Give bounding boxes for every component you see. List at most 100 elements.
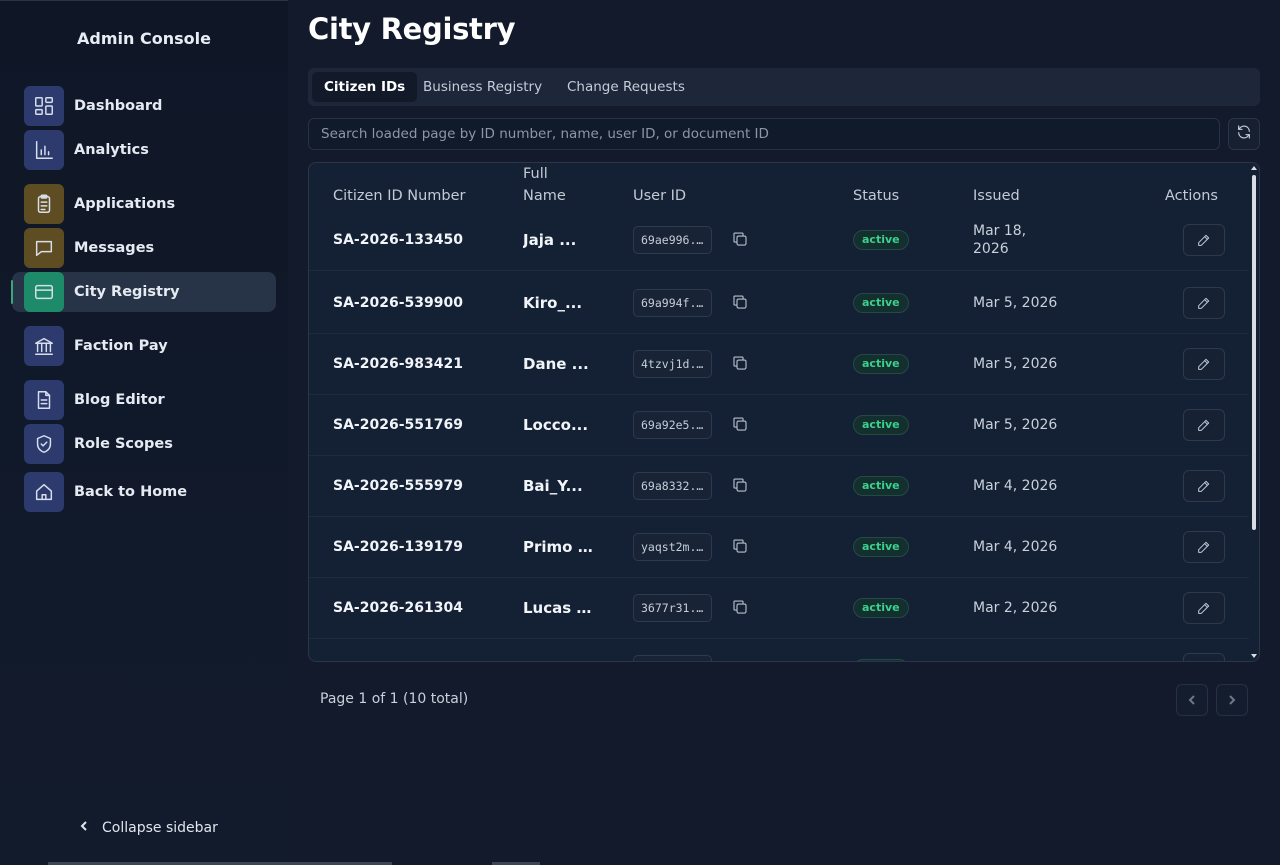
sidebar-item-label: Messages [74, 240, 155, 256]
home-icon [24, 472, 64, 512]
sidebar-item-label: Dashboard [74, 98, 163, 114]
dashboard-icon [24, 86, 64, 126]
edit-button[interactable] [1183, 287, 1225, 319]
copy-icon [733, 539, 747, 553]
citizen-id-cell: SA-2026-551769 [333, 417, 463, 433]
full-name-cell: Dane ... [523, 355, 589, 373]
column-header-issued[interactable]: Issued [973, 185, 1020, 207]
issued-date-line1: Mar 18, [973, 223, 1027, 239]
table-row: SA-2026-555979 Bai_Y... 69a8332... activ… [309, 456, 1249, 517]
issued-date-cell: Mar 18, 2026 [973, 222, 1026, 258]
edit-button[interactable] [1183, 224, 1225, 256]
user-id-chip: 69a994f... [633, 289, 712, 317]
copy-button[interactable] [731, 415, 749, 433]
issued-date-cell: Mar 4, 2026 [973, 478, 1058, 494]
chevron-right-icon [1226, 691, 1238, 710]
issued-date-cell: Mar 5, 2026 [973, 417, 1058, 433]
tab-change-requests[interactable]: Change Requests [555, 72, 697, 102]
full-name-cell: Bai_Y... [523, 477, 583, 495]
pencil-icon [1198, 480, 1210, 492]
copy-button[interactable] [731, 293, 749, 311]
tab-business-registry[interactable]: Business Registry [411, 72, 554, 102]
sidebar-item-messages[interactable]: Messages [12, 228, 276, 268]
copy-icon [733, 478, 747, 492]
refresh-icon [1236, 124, 1252, 144]
user-id-chip: yaqst2m... [633, 533, 712, 561]
sidebar-item-label: Back to Home [74, 484, 188, 500]
message-icon [24, 228, 64, 268]
edit-button[interactable] [1183, 653, 1225, 661]
status-badge: active [853, 537, 909, 557]
copy-icon [733, 600, 747, 614]
collapse-sidebar-button[interactable]: Collapse sidebar [78, 820, 218, 836]
sidebar-item-applications[interactable]: Applications [12, 184, 276, 224]
previous-page-button[interactable] [1176, 684, 1208, 716]
sidebar-item-blog-editor[interactable]: Blog Editor [12, 380, 276, 420]
column-header-user-id[interactable]: User ID [633, 185, 686, 207]
pencil-icon [1198, 419, 1210, 431]
table-scrollbar[interactable] [1249, 163, 1259, 661]
pencil-icon [1198, 541, 1210, 553]
sidebar-item-analytics[interactable]: Analytics [12, 130, 276, 170]
sidebar-item-dashboard[interactable]: Dashboard [12, 86, 276, 126]
search-input[interactable] [308, 118, 1220, 150]
copy-icon [733, 417, 747, 431]
table-row: SA-2026-133450 Jaja ... 69ae996... activ… [309, 210, 1249, 271]
next-page-button[interactable] [1216, 684, 1248, 716]
column-header-citizen-id[interactable]: Citizen ID Number [333, 185, 466, 207]
bank-icon [24, 326, 64, 366]
pencil-icon [1198, 234, 1210, 246]
status-badge: active [853, 476, 909, 496]
copy-button[interactable] [731, 476, 749, 494]
collapse-sidebar-label: Collapse sidebar [102, 820, 218, 836]
sidebar: Admin Console Dashboard Analytics Applic… [0, 0, 288, 865]
full-name-cell: Jaja ... [523, 231, 577, 249]
pencil-icon [1198, 602, 1210, 614]
bar-chart-icon [24, 130, 64, 170]
sidebar-item-back-to-home[interactable]: Back to Home [12, 472, 276, 512]
sidebar-item-label: City Registry [74, 284, 180, 300]
issued-date-cell: Mar 2, 2026 [973, 600, 1058, 616]
issued-date-cell: Mar 4, 2026 [973, 539, 1058, 555]
copy-button[interactable] [731, 537, 749, 555]
table-row: SA-2026-983421 Dane ... 4tzvj1d... activ… [309, 334, 1249, 395]
table-row-partial [309, 639, 1249, 661]
page-title: City Registry [308, 12, 516, 46]
copy-icon [733, 232, 747, 246]
table-row: SA-2026-139179 Primo ... yaqst2m... acti… [309, 517, 1249, 578]
sidebar-item-city-registry[interactable]: City Registry [11, 272, 276, 312]
sidebar-item-role-scopes[interactable]: Role Scopes [12, 424, 276, 464]
sidebar-item-label: Analytics [74, 142, 149, 158]
citizen-id-cell: SA-2026-139179 [333, 539, 463, 555]
edit-button[interactable] [1183, 409, 1225, 441]
issued-date-cell: Mar 5, 2026 [973, 295, 1058, 311]
sidebar-item-faction-pay[interactable]: Faction Pay [12, 326, 276, 366]
copy-button[interactable] [731, 354, 749, 372]
scrollbar-thumb[interactable] [1252, 175, 1256, 530]
status-badge: active [853, 415, 909, 435]
edit-button[interactable] [1183, 348, 1225, 380]
status-badge: active [853, 293, 909, 313]
column-header-actions: Actions [1165, 188, 1218, 204]
edit-button[interactable] [1183, 531, 1225, 563]
citizen-id-cell: SA-2026-555979 [333, 478, 463, 494]
issued-date-cell: Mar 5, 2026 [973, 356, 1058, 372]
user-id-chip: 69a8332... [633, 472, 712, 500]
copy-button[interactable] [731, 598, 749, 616]
copy-button[interactable] [731, 230, 749, 248]
column-header-full-name[interactable]: Full Name [523, 163, 566, 208]
tab-citizen-ids[interactable]: Citizen IDs [312, 72, 418, 102]
refresh-button[interactable] [1228, 118, 1260, 150]
app-root: Admin Console Dashboard Analytics Applic… [0, 0, 1280, 865]
user-id-chip: 4tzvj1d... [633, 350, 712, 378]
citizen-id-cell: SA-2026-983421 [333, 356, 463, 372]
scroll-down-arrow-icon[interactable] [1251, 654, 1257, 658]
edit-button[interactable] [1183, 592, 1225, 624]
scroll-up-arrow-icon[interactable] [1251, 166, 1257, 170]
edit-button[interactable] [1183, 470, 1225, 502]
pencil-icon [1198, 358, 1210, 370]
column-header-status[interactable]: Status [853, 185, 899, 207]
pagination-info: Page 1 of 1 (10 total) [320, 691, 469, 707]
status-badge: active [853, 230, 909, 250]
copy-icon [733, 295, 747, 309]
